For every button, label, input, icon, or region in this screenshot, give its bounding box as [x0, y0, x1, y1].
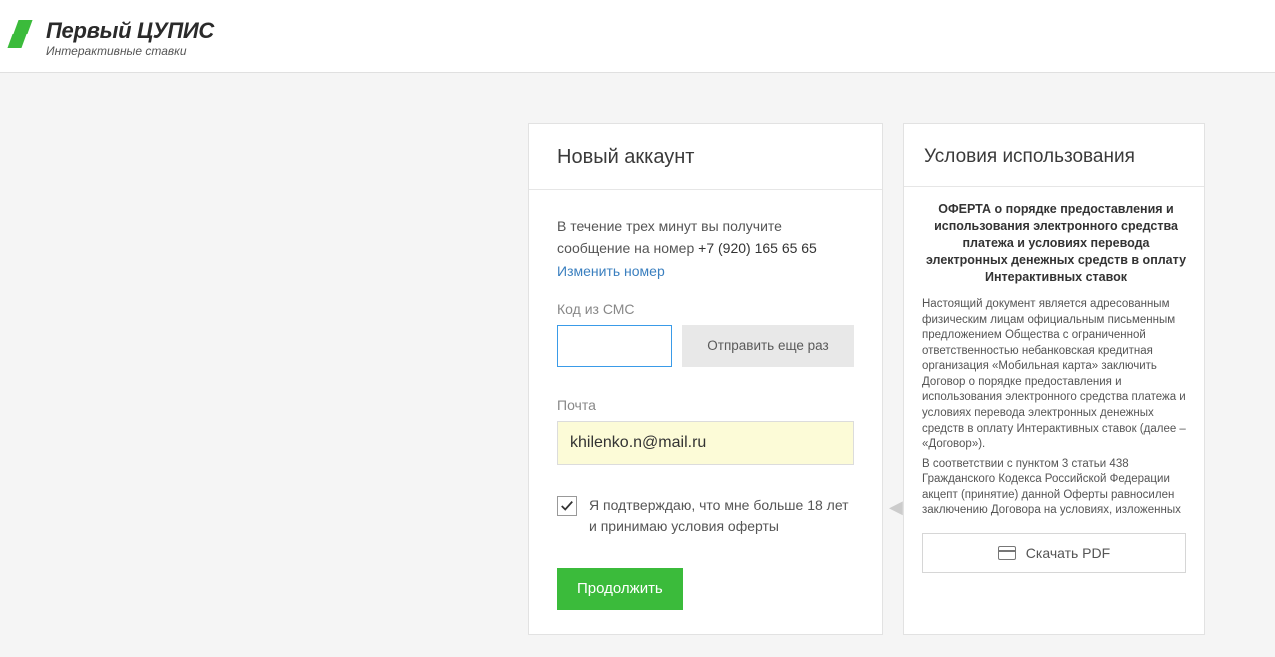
offer-heading: ОФЕРТА о порядке предоставления и исполь… — [922, 201, 1190, 285]
terms-paragraph: Настоящий документ является адресованным… — [922, 297, 1190, 452]
new-account-card: Новый аккаунт В течение трех минут вы по… — [528, 123, 883, 635]
age-confirm-checkbox[interactable] — [557, 496, 577, 516]
sms-info-line2: сообщение на номер +7 (920) 165 65 65 — [557, 238, 854, 258]
logo-icon — [10, 20, 38, 48]
change-number-link[interactable]: Изменить номер — [557, 263, 665, 279]
card-icon — [998, 546, 1016, 560]
new-account-title: Новый аккаунт — [529, 124, 882, 190]
download-pdf-button[interactable]: Скачать PDF — [922, 533, 1186, 573]
collapse-arrow-icon[interactable]: ◀ — [889, 497, 903, 518]
email-input[interactable] — [557, 421, 854, 465]
continue-button[interactable]: Продолжить — [557, 568, 683, 610]
logo[interactable]: Первый ЦУПИС Интерактивные ставки — [10, 18, 214, 58]
resend-sms-button[interactable]: Отправить еще раз — [682, 325, 854, 367]
email-label: Почта — [557, 397, 854, 413]
logo-title: Первый ЦУПИС — [46, 18, 214, 44]
age-confirm-text: Я подтверждаю, что мне больше 18 лет и п… — [589, 495, 854, 538]
check-icon — [560, 499, 574, 513]
terms-paragraph: В соответствии с пунктом 3 статьи 438 Гр… — [922, 457, 1190, 517]
terms-title: Условия использования — [904, 124, 1204, 187]
sms-code-label: Код из СМС — [557, 301, 854, 317]
sms-code-input[interactable] — [557, 325, 672, 367]
logo-subtitle: Интерактивные ставки — [46, 44, 214, 58]
sms-info-prefix: сообщение на номер — [557, 240, 698, 256]
terms-scroll-area[interactable]: ОФЕРТА о порядке предоставления и исполь… — [904, 187, 1204, 517]
terms-card: Условия использования ОФЕРТА о порядке п… — [903, 123, 1205, 635]
phone-number: +7 (920) 165 65 65 — [698, 240, 817, 256]
sms-info-line1: В течение трех минут вы получите — [557, 216, 854, 236]
header: Первый ЦУПИС Интерактивные ставки — [0, 0, 1275, 73]
download-pdf-label: Скачать PDF — [1026, 545, 1110, 561]
